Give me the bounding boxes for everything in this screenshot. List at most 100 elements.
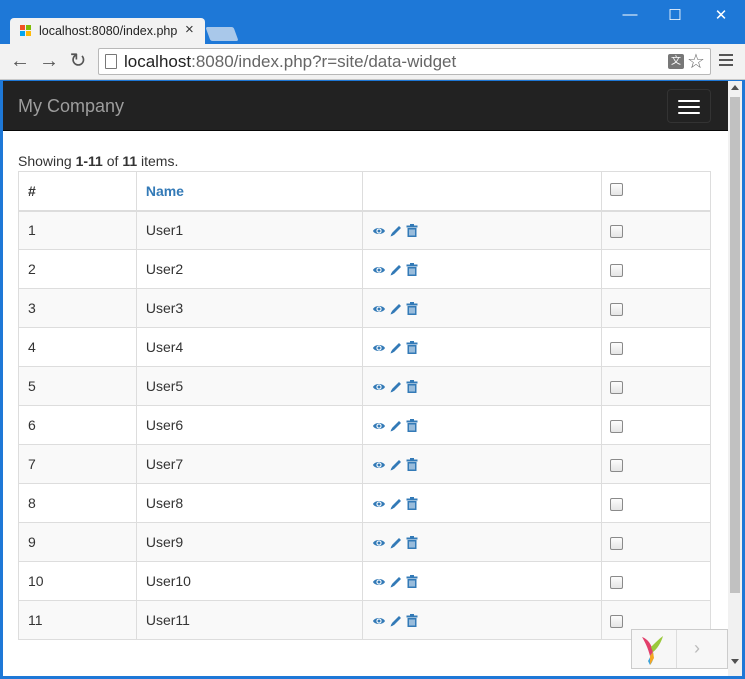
table-row: 5 User5	[18, 366, 711, 406]
row-checkbox[interactable]	[610, 614, 624, 628]
eye-icon[interactable]	[372, 303, 386, 315]
bookmark-star-icon[interactable]: ☆	[687, 49, 705, 74]
new-tab-button[interactable]	[205, 27, 239, 41]
row-checkbox[interactable]	[610, 497, 624, 511]
eye-icon[interactable]	[372, 342, 386, 354]
row-actions	[361, 522, 603, 562]
url-text[interactable]: localhost:8080/index.php?r=site/data-wid…	[124, 52, 456, 72]
select-all-checkbox[interactable]	[610, 182, 624, 196]
row-checkbox-cell	[601, 366, 711, 406]
sort-name-link[interactable]: Name	[146, 183, 184, 199]
row-checkbox[interactable]	[610, 302, 624, 316]
trash-icon[interactable]	[406, 536, 418, 550]
pencil-icon[interactable]	[389, 224, 403, 238]
maximize-button[interactable]: ☐	[665, 6, 685, 24]
vertical-scrollbar[interactable]	[728, 81, 742, 676]
table-row: 7 User7	[18, 444, 711, 484]
grid-body: 1 User1 2 User2 3 User3 4 User4 5 User5 6 User6 7 Use…	[18, 210, 711, 640]
row-checkbox[interactable]	[610, 458, 624, 472]
row-name: User1	[135, 210, 363, 250]
brand-link[interactable]: My Company	[18, 96, 124, 117]
url-host: localhost	[124, 52, 192, 71]
back-button[interactable]: ←	[8, 50, 32, 72]
page-viewport: My Company Showing 1-11 of 11 items. # N…	[3, 81, 742, 676]
scroll-down-icon[interactable]	[731, 659, 739, 664]
pencil-icon[interactable]	[389, 263, 403, 277]
pencil-icon[interactable]	[389, 302, 403, 316]
pencil-icon[interactable]	[389, 536, 403, 550]
row-checkbox-cell	[601, 444, 711, 484]
row-checkbox[interactable]	[610, 419, 624, 433]
eye-icon[interactable]	[372, 459, 386, 471]
row-number: 6	[18, 405, 137, 445]
row-checkbox[interactable]	[610, 225, 624, 239]
eye-icon[interactable]	[372, 264, 386, 276]
summary-suffix: items.	[137, 153, 179, 169]
row-checkbox[interactable]	[610, 536, 624, 550]
reload-button[interactable]: ↻	[66, 50, 90, 72]
eye-icon[interactable]	[372, 420, 386, 432]
row-checkbox[interactable]	[610, 575, 624, 589]
row-checkbox[interactable]	[610, 263, 624, 277]
row-checkbox[interactable]	[610, 341, 624, 355]
pencil-icon[interactable]	[389, 419, 403, 433]
pencil-icon[interactable]	[389, 380, 403, 394]
eye-icon[interactable]	[372, 381, 386, 393]
trash-icon[interactable]	[406, 263, 418, 277]
close-window-button[interactable]: ✕	[711, 6, 731, 24]
row-checkbox[interactable]	[610, 380, 624, 394]
pencil-icon[interactable]	[389, 575, 403, 589]
minimize-button[interactable]: —	[620, 6, 640, 23]
eye-icon[interactable]	[372, 615, 386, 627]
browser-window: localhost:8080/index.php × — ☐ ✕ ← → ↻ l…	[0, 0, 745, 679]
row-name: User11	[135, 600, 363, 640]
browser-toolbar: ← → ↻ localhost:8080/index.php?r=site/da…	[0, 44, 745, 80]
row-actions	[361, 288, 603, 328]
trash-icon[interactable]	[406, 419, 418, 433]
browser-menu-icon[interactable]	[719, 54, 733, 69]
row-number: 7	[18, 444, 137, 484]
yii-debug-toolbar[interactable]: ›	[631, 629, 728, 669]
pencil-icon[interactable]	[389, 341, 403, 355]
row-actions	[361, 600, 603, 640]
tab-close-icon[interactable]: ×	[185, 21, 194, 38]
eye-icon[interactable]	[372, 537, 386, 549]
row-checkbox-cell	[601, 561, 711, 601]
forward-button[interactable]: →	[37, 50, 61, 72]
scroll-thumb[interactable]	[730, 97, 740, 593]
browser-tab[interactable]: localhost:8080/index.php ×	[10, 18, 205, 44]
scroll-up-icon[interactable]	[731, 85, 739, 90]
table-row: 8 User8	[18, 483, 711, 523]
trash-icon[interactable]	[406, 497, 418, 511]
trash-icon[interactable]	[406, 614, 418, 628]
row-name: User5	[135, 366, 363, 406]
yii-logo-icon[interactable]	[632, 630, 677, 668]
navbar-toggle-button[interactable]	[667, 89, 711, 123]
debug-toggle-icon[interactable]: ›	[694, 638, 700, 659]
trash-icon[interactable]	[406, 458, 418, 472]
header-actions	[361, 171, 603, 212]
table-row: 11 User11	[18, 600, 711, 640]
trash-icon[interactable]	[406, 341, 418, 355]
row-number: 1	[18, 210, 137, 250]
trash-icon[interactable]	[406, 575, 418, 589]
eye-icon[interactable]	[372, 225, 386, 237]
pencil-icon[interactable]	[389, 458, 403, 472]
eye-icon[interactable]	[372, 576, 386, 588]
row-number: 3	[18, 288, 137, 328]
eye-icon[interactable]	[372, 498, 386, 510]
row-actions	[361, 483, 603, 523]
translate-icon[interactable]: 文	[668, 54, 684, 69]
pencil-icon[interactable]	[389, 614, 403, 628]
favicon-icon	[20, 25, 32, 37]
grid-summary: Showing 1-11 of 11 items.	[18, 153, 178, 169]
trash-icon[interactable]	[406, 380, 418, 394]
row-number: 9	[18, 522, 137, 562]
address-bar[interactable]: localhost:8080/index.php?r=site/data-wid…	[98, 48, 711, 75]
row-name: User8	[135, 483, 363, 523]
trash-icon[interactable]	[406, 224, 418, 238]
pencil-icon[interactable]	[389, 497, 403, 511]
header-number: #	[18, 171, 137, 212]
trash-icon[interactable]	[406, 302, 418, 316]
row-checkbox-cell	[601, 327, 711, 367]
